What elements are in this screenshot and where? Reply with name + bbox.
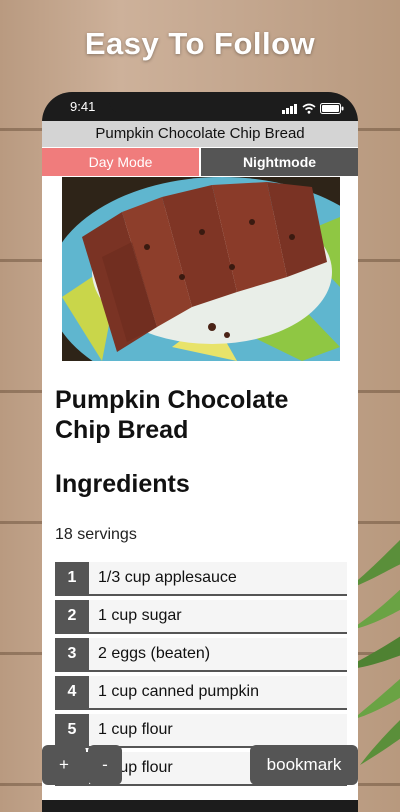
- signal-icon: [282, 99, 298, 114]
- zoom-out-button[interactable]: -: [88, 745, 122, 785]
- wifi-icon: [302, 103, 316, 114]
- ingredient-text: 1 cup sugar: [98, 607, 182, 624]
- status-time: 9:41: [70, 99, 96, 114]
- banner-title: Easy To Follow: [84, 26, 316, 61]
- ingredient-row: 1 1/3 cup applesauce: [55, 562, 347, 596]
- ingredient-row: 2 1 cup sugar: [55, 600, 347, 634]
- battery-icon: [320, 103, 344, 114]
- app-title-bar: Pumpkin Chocolate Chip Bread: [42, 121, 358, 147]
- recipe-photo: [62, 177, 340, 361]
- ingredient-text: 1/3 cup applesauce: [98, 569, 237, 586]
- day-mode-button[interactable]: Day Mode: [42, 148, 199, 176]
- app-screen: Pumpkin Chocolate Chip Bread Day Mode Ni…: [42, 121, 358, 800]
- ingredient-number: 5: [55, 714, 89, 746]
- ingredient-number: 3: [55, 638, 89, 670]
- night-mode-button[interactable]: Nightmode: [201, 148, 358, 176]
- ingredients-heading: Ingredients: [55, 470, 190, 498]
- recipe-title: Pumpkin Chocolate Chip Bread: [55, 386, 289, 444]
- status-bar: 9:41: [42, 96, 358, 118]
- ingredient-text: 1 cup canned pumpkin: [98, 683, 259, 700]
- servings-text: 18 servings: [55, 526, 137, 543]
- zoom-in-button[interactable]: +: [42, 745, 86, 785]
- ingredient-number: 4: [55, 676, 89, 708]
- ingredient-row: 3 2 eggs (beaten): [55, 638, 347, 672]
- bottom-controls: + - bookmark: [42, 745, 358, 785]
- ingredient-row: 5 1 cup flour: [55, 714, 347, 748]
- ingredient-text: 2 eggs (beaten): [98, 645, 211, 662]
- ingredient-number: 1: [55, 562, 89, 594]
- mode-toggle: Day Mode Nightmode: [42, 148, 358, 176]
- ingredient-number: 2: [55, 600, 89, 632]
- bookmark-button[interactable]: bookmark: [250, 745, 358, 785]
- ingredient-text: 1 cup flour: [98, 721, 173, 738]
- ingredient-row: 4 1 cup canned pumpkin: [55, 676, 347, 710]
